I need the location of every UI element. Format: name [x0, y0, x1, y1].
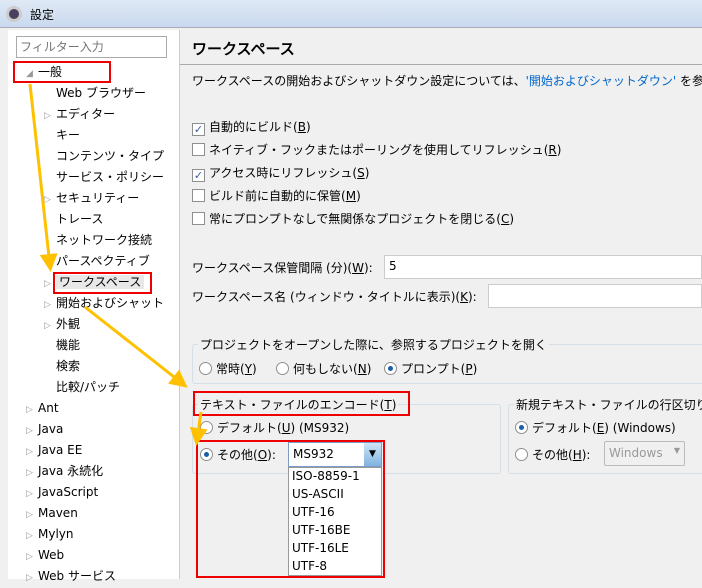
annotation-arrows: [28, 83, 208, 446]
arrow: [28, 83, 58, 272]
arrow: [84, 305, 188, 388]
arrow: [189, 411, 208, 446]
